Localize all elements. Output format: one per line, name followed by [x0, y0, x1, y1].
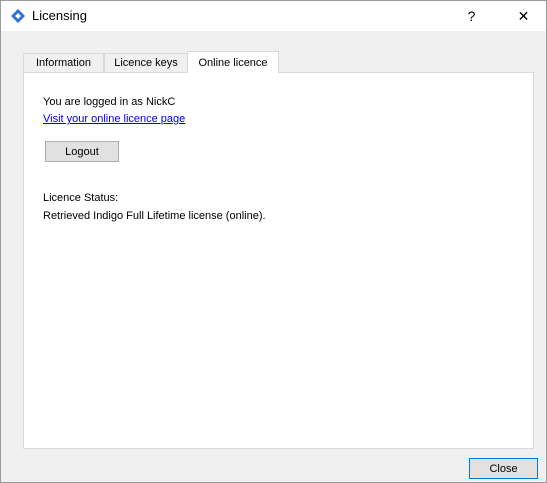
licence-status-label: Licence Status:: [43, 192, 119, 204]
online-licence-panel: You are logged in as NickC Visit your on…: [23, 72, 534, 449]
tab-information[interactable]: Information: [23, 53, 104, 72]
logout-button[interactable]: Logout: [45, 141, 119, 162]
close-icon[interactable]: ✕: [501, 1, 546, 31]
visit-online-licence-link[interactable]: Visit your online licence page: [43, 113, 185, 125]
title-bar[interactable]: Licensing ? ✕: [1, 1, 546, 31]
tab-licence-keys[interactable]: Licence keys: [104, 53, 188, 72]
licensing-dialog: Licensing ? ✕ Information Licence keys O…: [0, 0, 547, 483]
diamond-icon: [11, 9, 25, 23]
tab-online-licence[interactable]: Online licence: [187, 51, 279, 73]
close-button[interactable]: Close: [469, 458, 538, 479]
licence-status-value: Retrieved Indigo Full Lifetime license (…: [43, 210, 266, 222]
help-button[interactable]: ?: [449, 1, 494, 31]
window-title: Licensing: [32, 8, 87, 23]
logged-in-text: You are logged in as NickC: [43, 96, 176, 108]
